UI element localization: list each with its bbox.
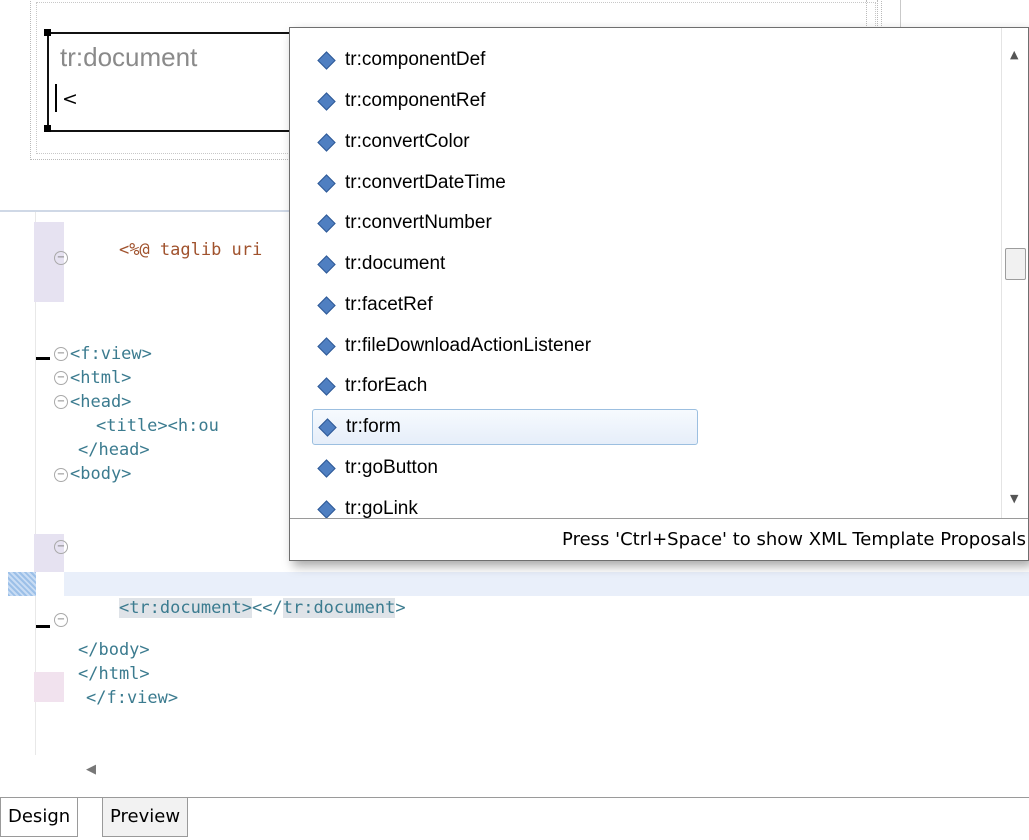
tag-text: <</: [252, 598, 283, 618]
component-title: tr:document: [60, 42, 198, 72]
proposal-label: tr:convertDateTime: [345, 172, 506, 193]
proposal-list[interactable]: tr:componentDef tr:componentRef tr:conve…: [290, 28, 1000, 518]
proposal-item[interactable]: tr:goButton: [312, 451, 438, 485]
proposal-item[interactable]: tr:document: [312, 247, 445, 281]
code-line-current: <tr:document><</tr:document>: [78, 572, 406, 644]
horizontal-scrollbar[interactable]: [64, 752, 1029, 788]
tab-design[interactable]: Design: [0, 798, 79, 837]
proposal-label: tr:forEach: [345, 375, 428, 396]
content-assist-status: Press 'Ctrl+Space' to show XML Template …: [290, 518, 1028, 560]
element-icon: [318, 417, 337, 437]
vertical-scrollbar[interactable]: ▲ ▼: [1001, 28, 1028, 518]
annotation-band: [34, 672, 64, 702]
code-line: <html>: [70, 368, 132, 388]
proposal-item[interactable]: tr:componentDef: [312, 43, 485, 77]
proposal-item[interactable]: tr:convertDateTime: [312, 166, 506, 200]
code-line: <f:view>: [70, 344, 152, 364]
tag-close-end: >: [395, 598, 406, 618]
code-line: </f:view>: [86, 688, 179, 708]
change-marker: [36, 625, 50, 628]
fold-icon[interactable]: −: [54, 468, 68, 482]
element-icon: [317, 295, 336, 315]
element-icon: [317, 132, 336, 152]
directive-text: <%@ taglib uri: [118, 240, 263, 260]
scroll-left-icon[interactable]: ◀: [86, 762, 96, 777]
code-line: <head>: [70, 392, 132, 412]
proposal-label: tr:goButton: [345, 457, 438, 478]
change-marker: [36, 357, 50, 360]
design-divider: [866, 0, 878, 30]
editor-tab-bar: Design Preview: [0, 797, 1029, 840]
code-line: <%@ taglib uri: [78, 220, 262, 280]
proposal-label: tr:componentDef: [345, 49, 486, 70]
proposal-label: tr:goLink: [345, 498, 418, 518]
proposal-item[interactable]: tr:goLink: [312, 492, 418, 518]
text-caret: [55, 84, 57, 112]
element-icon: [317, 213, 336, 233]
proposal-label: tr:fileDownloadActionListener: [345, 335, 592, 356]
selection-handle[interactable]: [44, 125, 51, 132]
proposal-label: tr:document: [345, 253, 446, 274]
element-icon: [317, 173, 336, 193]
code-line: </body>: [78, 640, 150, 660]
component-child-text: <: [62, 88, 78, 110]
tag-close-name: tr:document: [282, 598, 396, 618]
scroll-thumb[interactable]: [1005, 248, 1026, 280]
element-icon: [317, 254, 336, 274]
proposal-label: tr:componentRef: [345, 90, 486, 111]
selection-handle[interactable]: [44, 29, 51, 36]
proposal-item[interactable]: tr:convertColor: [312, 125, 470, 159]
proposal-item[interactable]: tr:convertNumber: [312, 206, 492, 240]
proposal-item[interactable]: tr:fileDownloadActionListener: [312, 329, 591, 363]
code-line: </head>: [78, 440, 150, 460]
element-icon: [317, 50, 336, 70]
code-line: </html>: [78, 664, 150, 684]
element-icon: [317, 458, 336, 478]
proposal-label: tr:convertColor: [345, 131, 470, 152]
tab-preview[interactable]: Preview: [102, 798, 189, 837]
proposal-item-selected[interactable]: tr:form: [312, 409, 698, 445]
tag-open: <tr:document>: [118, 598, 253, 618]
code-line: <title><h:ou: [96, 416, 219, 436]
fold-icon[interactable]: −: [54, 540, 68, 554]
fold-icon[interactable]: −: [54, 251, 68, 265]
proposal-item[interactable]: tr:forEach: [312, 369, 427, 403]
proposal-label: tr:convertNumber: [345, 212, 492, 233]
code-line: <body>: [70, 464, 132, 484]
fold-icon[interactable]: −: [54, 613, 68, 627]
element-icon: [317, 336, 336, 356]
element-icon: [317, 499, 336, 518]
proposal-label: tr:form: [346, 416, 401, 437]
occurrence-marker[interactable]: [8, 572, 36, 596]
content-assist-popup: tr:componentDef tr:componentRef tr:conve…: [289, 27, 1029, 561]
fold-icon[interactable]: −: [54, 347, 68, 361]
scroll-down-icon[interactable]: ▼: [1010, 492, 1018, 505]
proposal-label: tr:facetRef: [345, 294, 433, 315]
fold-icon[interactable]: −: [54, 395, 68, 409]
scroll-up-icon[interactable]: ▲: [1010, 48, 1018, 61]
proposal-item[interactable]: tr:facetRef: [312, 288, 433, 322]
overview-ruler: [0, 212, 36, 755]
element-icon: [317, 376, 336, 396]
fold-icon[interactable]: −: [54, 371, 68, 385]
element-icon: [317, 91, 336, 111]
proposal-item[interactable]: tr:componentRef: [312, 84, 485, 118]
